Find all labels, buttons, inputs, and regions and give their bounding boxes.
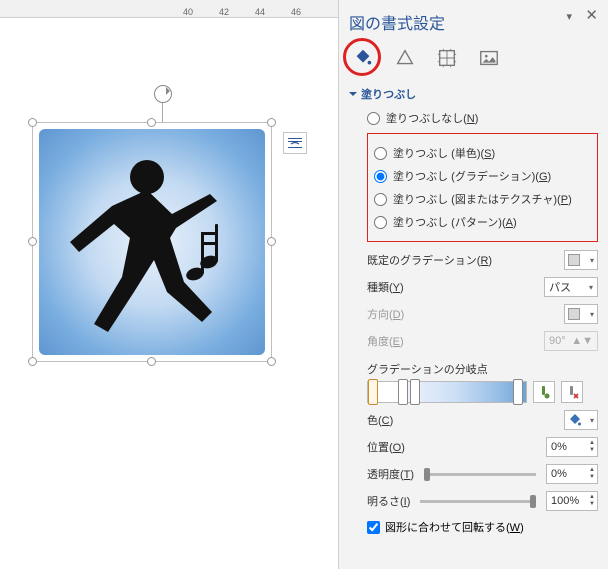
radio-input[interactable] — [374, 147, 387, 160]
add-stop-button[interactable] — [533, 381, 555, 403]
row-direction: 方向(D) ▾ — [349, 304, 598, 324]
row-angle: 角度(E) 90°▲▼ — [349, 331, 598, 351]
radio-gradient-fill[interactable]: 塗りつぶし (グラデーション)(G) — [374, 168, 591, 184]
selected-image[interactable] — [32, 122, 272, 362]
brightness-spinner[interactable]: 100%▲▼ — [546, 491, 598, 511]
radio-label: 塗りつぶし (図またはテクスチャ)(P) — [393, 191, 572, 207]
tab-fill[interactable] — [349, 44, 377, 72]
preset-gradient-picker[interactable]: ▾ — [564, 250, 598, 270]
type-dropdown[interactable]: パス▾ — [544, 277, 598, 297]
rotate-handle[interactable] — [154, 85, 172, 103]
radio-no-fill[interactable]: 塗りつぶしなし(N) — [367, 110, 598, 126]
checkbox-label: 図形に合わせて回転する(W) — [385, 519, 524, 535]
row-transparency: 透明度(T) 0%▲▼ — [349, 464, 598, 484]
radio-input[interactable] — [374, 170, 387, 183]
tab-layout[interactable] — [433, 44, 461, 72]
radio-input[interactable] — [374, 193, 387, 206]
rotate-stem — [162, 103, 163, 123]
radio-input[interactable] — [374, 216, 387, 229]
radio-label: 塗りつぶし (グラデーション)(G) — [393, 168, 551, 184]
resize-handle[interactable] — [267, 237, 276, 246]
resize-handle[interactable] — [267, 357, 276, 366]
document-canvas[interactable]: 40 42 44 46 — [0, 0, 338, 569]
radio-label: 塗りつぶしなし(N) — [386, 110, 478, 126]
position-spinner[interactable]: 0%▲▼ — [546, 437, 598, 457]
row-position: 位置(O) 0%▲▼ — [349, 437, 598, 457]
transparency-spinner[interactable]: 0%▲▼ — [546, 464, 598, 484]
row-preset-gradients: 既定のグラデーション(R) ▾ — [349, 250, 598, 270]
resize-handle[interactable] — [28, 237, 37, 246]
resize-handle[interactable] — [28, 118, 37, 127]
gradient-stops-label: グラデーションの分岐点 — [349, 361, 598, 377]
collapse-icon — [349, 92, 357, 100]
radio-pattern-fill[interactable]: 塗りつぶし (パターン)(A) — [374, 214, 591, 230]
tab-picture[interactable] — [475, 44, 503, 72]
ruler-tick: 44 — [252, 7, 268, 17]
row-color: 色(C) ▾ — [349, 410, 598, 430]
layout-options-button[interactable] — [283, 132, 307, 154]
field-label: 明るさ(I) — [367, 493, 410, 509]
resize-handle[interactable] — [147, 357, 156, 366]
ruler-tick: 40 — [180, 7, 196, 17]
checkbox-rotate-with-shape[interactable]: 図形に合わせて回転する(W) — [349, 519, 598, 535]
gradient-stop[interactable] — [368, 379, 378, 405]
dancer-icon — [52, 142, 252, 342]
field-label: 種類(Y) — [367, 279, 540, 295]
section-fill-header[interactable]: 塗りつぶし — [349, 86, 598, 102]
resize-handle[interactable] — [28, 357, 37, 366]
field-label: 透明度(T) — [367, 466, 414, 482]
row-brightness: 明るさ(I) 100%▲▼ — [349, 491, 598, 511]
resize-handle[interactable] — [267, 118, 276, 127]
pane-options-dropdown[interactable]: ▾ — [566, 10, 572, 23]
gradient-stops-track[interactable] — [367, 381, 527, 403]
radio-label: 塗りつぶし (単色)(S) — [393, 145, 495, 161]
horizontal-ruler: 40 42 44 46 — [0, 0, 338, 18]
remove-stop-button[interactable] — [561, 381, 583, 403]
pane-close-button[interactable]: ✕ — [585, 6, 598, 24]
annotation-box: 塗りつぶし (単色)(S) 塗りつぶし (グラデーション)(G) 塗りつぶし (… — [367, 133, 598, 242]
gradient-stop[interactable] — [410, 379, 420, 405]
resize-handle[interactable] — [147, 118, 156, 127]
field-label: 色(C) — [367, 412, 560, 428]
field-label: 角度(E) — [367, 333, 540, 349]
checkbox-input[interactable] — [367, 521, 380, 534]
brightness-slider[interactable] — [420, 492, 536, 510]
direction-picker: ▾ — [564, 304, 598, 324]
ruler-tick: 46 — [288, 7, 304, 17]
gradient-stop[interactable] — [398, 379, 408, 405]
field-label: 方向(D) — [367, 306, 560, 322]
pane-title: 図の書式設定 — [349, 10, 598, 34]
row-type: 種類(Y) パス▾ — [349, 277, 598, 297]
image-gradient-fill — [39, 129, 265, 355]
gradient-stop[interactable] — [513, 379, 523, 405]
transparency-slider[interactable] — [424, 465, 536, 483]
field-label: 既定のグラデーション(R) — [367, 252, 560, 268]
radio-picture-fill[interactable]: 塗りつぶし (図またはテクスチャ)(P) — [374, 191, 591, 207]
radio-solid-fill[interactable]: 塗りつぶし (単色)(S) — [374, 145, 591, 161]
section-title: 塗りつぶし — [361, 86, 416, 102]
pane-tabs — [349, 44, 598, 72]
color-picker[interactable]: ▾ — [564, 410, 598, 430]
field-label: 位置(O) — [367, 439, 542, 455]
format-picture-pane: 図の書式設定 ▾ ✕ 塗りつぶし 塗りつぶしなし(N) 塗りつぶし (単色)(S… — [338, 0, 608, 569]
ruler-tick: 42 — [216, 7, 232, 17]
tab-effects[interactable] — [391, 44, 419, 72]
radio-label: 塗りつぶし (パターン)(A) — [393, 214, 517, 230]
angle-spinner: 90°▲▼ — [544, 331, 598, 351]
radio-input[interactable] — [367, 112, 380, 125]
